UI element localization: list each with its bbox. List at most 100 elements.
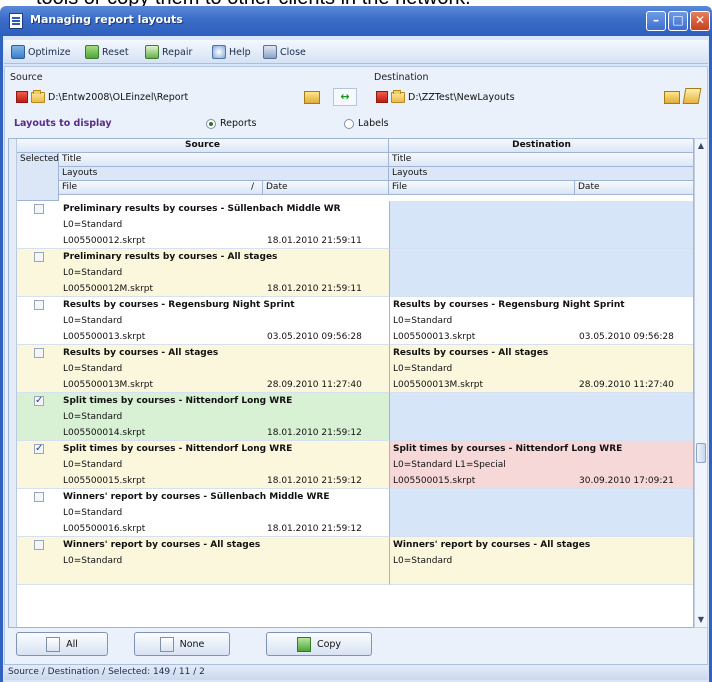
destination-title-cell: Split times by courses - Nittendorf Long… bbox=[393, 444, 623, 454]
row-checkbox[interactable] bbox=[34, 252, 44, 262]
status-bar: Source / Destination / Selected: 149 / 1… bbox=[4, 664, 708, 680]
row-checkbox[interactable] bbox=[34, 300, 44, 310]
select-all-icon bbox=[46, 636, 61, 652]
header-source-group: Source bbox=[17, 139, 389, 153]
row-checkbox[interactable] bbox=[34, 204, 44, 214]
destination-title-cell bbox=[389, 489, 693, 505]
destination-file-cell bbox=[389, 281, 575, 297]
radio-labels[interactable]: Labels bbox=[344, 118, 389, 129]
scroll-down-icon[interactable]: ▼ bbox=[695, 614, 707, 626]
destination-title-cell bbox=[389, 249, 693, 265]
source-file-cell: L005500013M.skrpt bbox=[63, 380, 154, 390]
close-window-button[interactable]: ✕ bbox=[690, 11, 710, 31]
row-checkbox[interactable]: ✓ bbox=[34, 444, 44, 454]
help-button[interactable]: Help bbox=[209, 43, 254, 61]
source-layouts-cell: L0=Standard bbox=[63, 460, 123, 470]
source-date-cell: 03.05.2010 09:56:28 bbox=[267, 332, 362, 342]
radio-labels-dot[interactable] bbox=[344, 118, 354, 129]
table-row[interactable]: ✓ Split times by courses - Nittendorf Lon… bbox=[17, 393, 693, 441]
repair-icon bbox=[145, 45, 159, 59]
new-folder-icon[interactable] bbox=[682, 88, 702, 104]
table-row[interactable]: Results by courses - Regensburg Night Sp… bbox=[17, 297, 693, 345]
copy-button[interactable]: Copy bbox=[266, 632, 372, 656]
select-all-button[interactable]: All bbox=[16, 632, 108, 656]
title-bar[interactable]: Managing report layouts – □ ✕ bbox=[0, 6, 712, 36]
maximize-button[interactable]: □ bbox=[668, 11, 688, 31]
vertical-scrollbar[interactable]: ▲ ▼ bbox=[694, 138, 708, 628]
header-dest-date[interactable]: Date bbox=[575, 181, 693, 195]
source-path-field[interactable]: D:\Entw2008\OLEinzel\Report bbox=[16, 88, 326, 106]
table-row[interactable]: Results by courses - All stages L0=Standa… bbox=[17, 345, 693, 393]
destination-title-cell bbox=[389, 393, 693, 409]
destination-title-cell: Results by courses - Regensburg Night Sp… bbox=[393, 300, 625, 310]
app-icon bbox=[9, 13, 23, 29]
close-button[interactable]: Close bbox=[260, 43, 309, 61]
select-all-label: All bbox=[66, 638, 78, 650]
close-icon bbox=[263, 45, 277, 59]
radio-reports-label: Reports bbox=[220, 118, 257, 129]
minimize-button[interactable]: – bbox=[646, 11, 666, 31]
row-checkbox[interactable] bbox=[34, 348, 44, 358]
source-title-cell: Split times by courses - Nittendorf Long… bbox=[63, 396, 293, 406]
table-row[interactable]: Preliminary results by courses - Süllenb… bbox=[17, 201, 693, 249]
bottom-bar: All None Copy bbox=[8, 632, 708, 664]
optimize-label: Optimize bbox=[28, 46, 71, 58]
header-source-layouts[interactable]: Layouts bbox=[59, 167, 389, 181]
swap-arrows-icon[interactable]: ↔ bbox=[333, 88, 357, 106]
row-checkbox[interactable]: ✓ bbox=[34, 396, 44, 406]
source-path-text: D:\Entw2008\OLEinzel\Report bbox=[48, 91, 189, 103]
source-file-cell: L005500012.skrpt bbox=[63, 236, 146, 246]
copy-icon bbox=[296, 636, 311, 652]
header-dest-layouts[interactable]: Layouts bbox=[389, 167, 693, 181]
scroll-thumb[interactable] bbox=[696, 443, 706, 463]
header-dest-title[interactable]: Title bbox=[389, 153, 693, 167]
table-row[interactable]: Winners' report by courses - All stages L… bbox=[17, 537, 693, 585]
row-checkbox[interactable] bbox=[34, 540, 44, 550]
source-label: Source bbox=[10, 72, 43, 83]
row-checkbox[interactable] bbox=[34, 492, 44, 502]
layouts-window: Managing report layouts – □ ✕ Optimize R… bbox=[0, 0, 712, 682]
destination-date-cell bbox=[575, 425, 693, 441]
destination-title-cell bbox=[389, 201, 693, 217]
header-dest-file[interactable]: File bbox=[389, 181, 575, 195]
header-selected[interactable]: Selected bbox=[17, 153, 59, 201]
header-source-title[interactable]: Title bbox=[59, 153, 389, 167]
destination-date-cell bbox=[575, 569, 693, 585]
help-label: Help bbox=[229, 46, 251, 58]
destination-date-cell: 28.09.2010 11:27:40 bbox=[579, 380, 674, 390]
radio-labels-label: Labels bbox=[358, 118, 389, 129]
source-layouts-cell: L0=Standard bbox=[63, 556, 123, 566]
reset-button[interactable]: Reset bbox=[82, 43, 132, 61]
destination-layouts-cell bbox=[389, 217, 693, 233]
source-date-cell bbox=[263, 569, 389, 585]
radio-reports-dot[interactable] bbox=[206, 118, 216, 129]
destination-layouts-cell: L0=Standard bbox=[393, 556, 453, 566]
destination-file-cell bbox=[389, 425, 575, 441]
source-title-cell: Results by courses - All stages bbox=[63, 348, 219, 358]
source-layouts-cell: L0=Standard bbox=[63, 268, 123, 278]
header-source-date[interactable]: Date bbox=[263, 181, 389, 195]
radio-reports[interactable]: Reports bbox=[206, 118, 256, 129]
source-file-cell: L005500015.skrpt bbox=[63, 476, 146, 486]
source-browse-icon[interactable] bbox=[304, 91, 320, 104]
source-title-cell: Split times by courses - Nittendorf Long… bbox=[63, 444, 293, 454]
source-title-cell: Results by courses - Regensburg Night Sp… bbox=[63, 300, 295, 310]
destination-file-cell bbox=[389, 233, 575, 249]
header-source-file[interactable]: File / bbox=[59, 181, 263, 195]
select-none-label: None bbox=[179, 638, 205, 650]
destination-label: Destination bbox=[374, 72, 429, 83]
table-row[interactable]: ✓ Split times by courses - Nittendorf Lon… bbox=[17, 441, 693, 489]
optimize-button[interactable]: Optimize bbox=[8, 43, 74, 61]
close-label: Close bbox=[280, 46, 306, 58]
destination-path-field[interactable]: D:\ZZTest\NewLayouts bbox=[376, 88, 666, 106]
table-row[interactable]: Preliminary results by courses - All sta… bbox=[17, 249, 693, 297]
scroll-up-icon[interactable]: ▲ bbox=[695, 140, 707, 152]
toolbar: Optimize Reset Repair Help Close bbox=[4, 40, 708, 64]
reset-label: Reset bbox=[102, 46, 129, 58]
select-none-button[interactable]: None bbox=[134, 632, 230, 656]
source-layouts-cell: L0=Standard bbox=[63, 364, 123, 374]
destination-browse-icon[interactable] bbox=[664, 91, 680, 104]
destination-drive-icon bbox=[376, 91, 388, 103]
table-row[interactable]: Winners' report by courses - Süllenbach … bbox=[17, 489, 693, 537]
repair-button[interactable]: Repair bbox=[142, 43, 195, 61]
